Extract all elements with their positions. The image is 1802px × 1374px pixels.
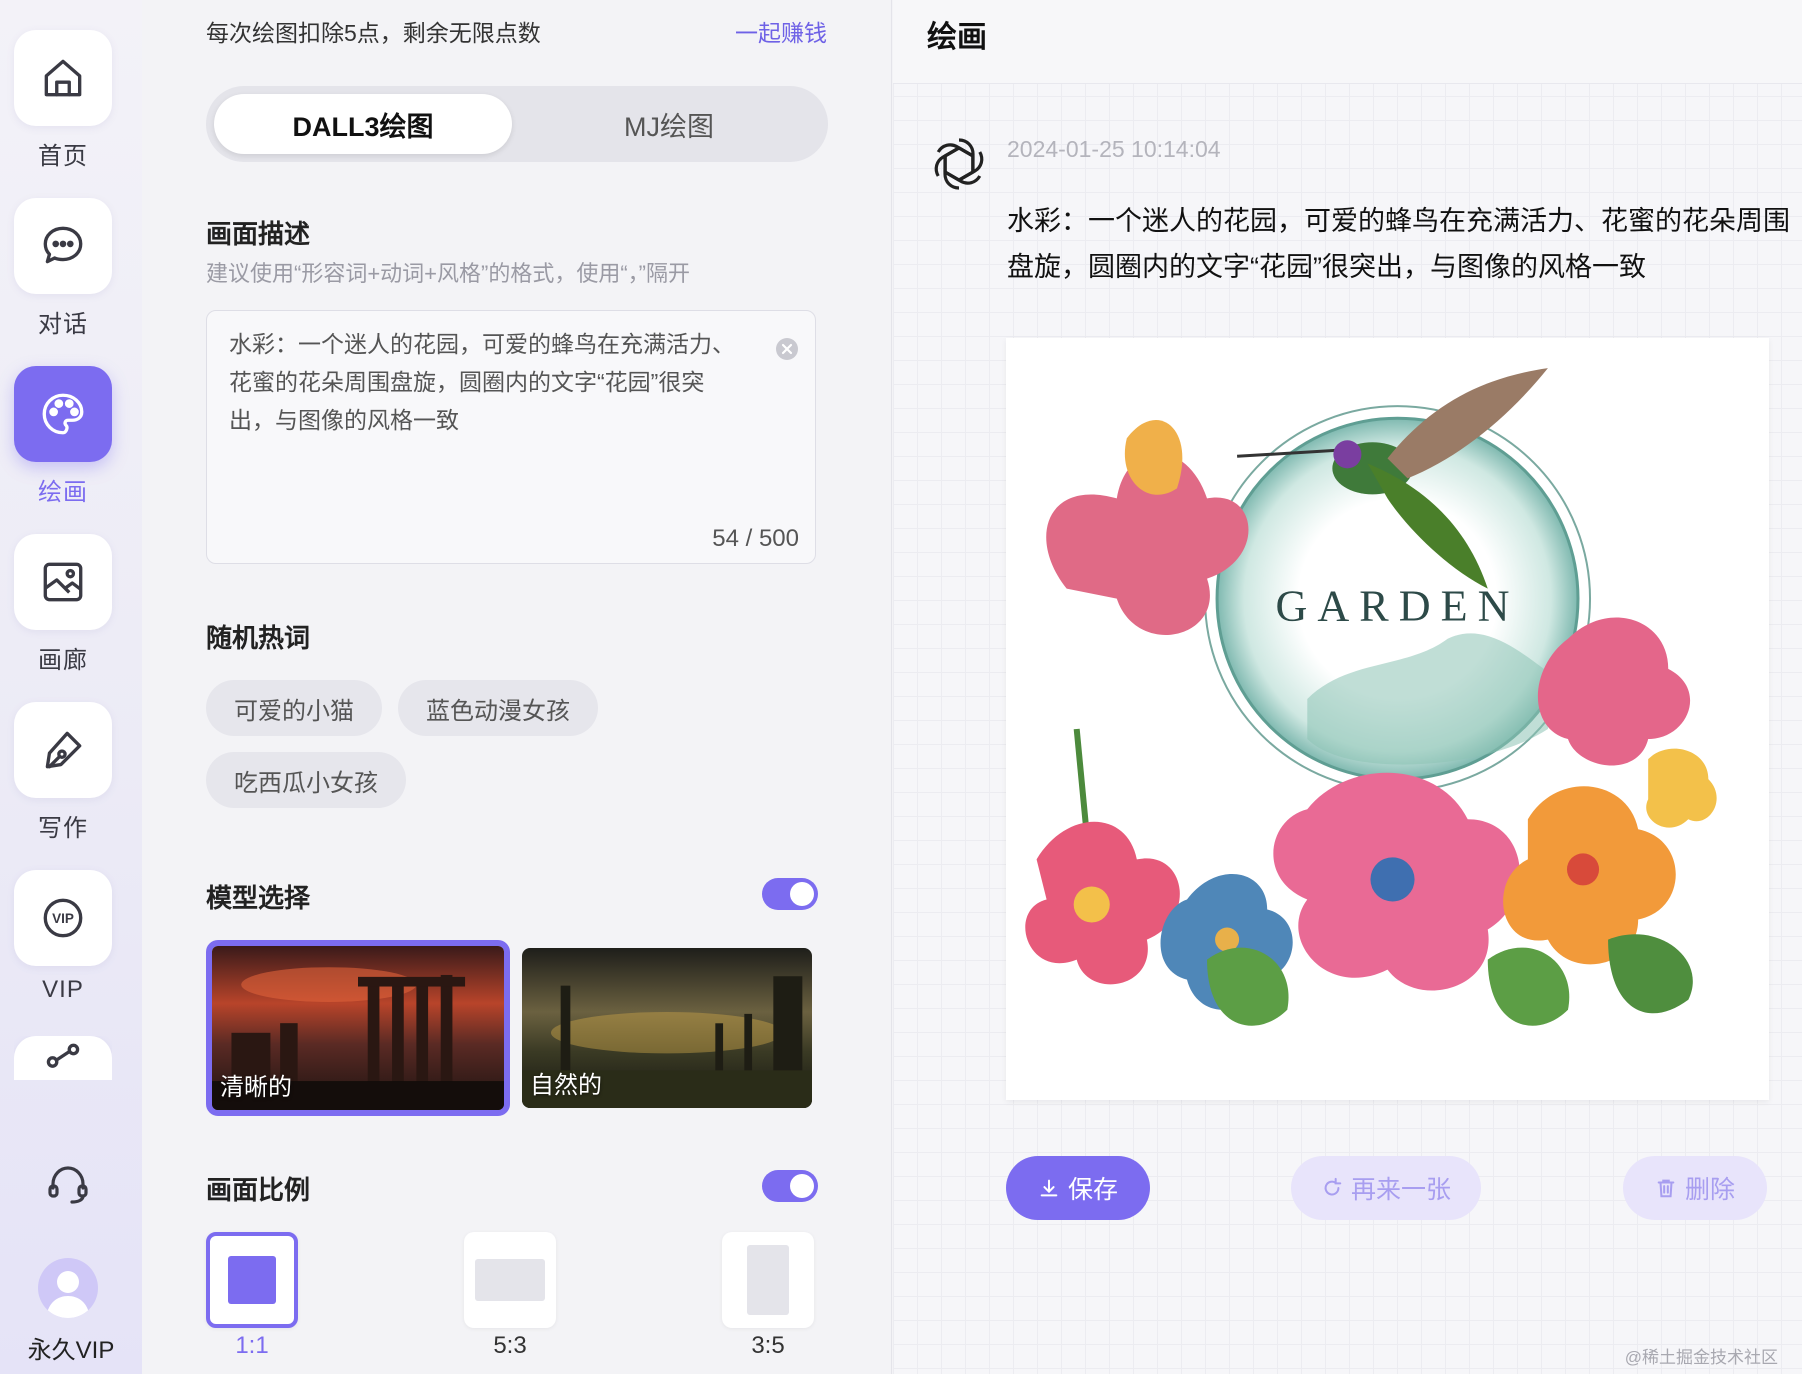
chat-icon (43, 226, 83, 264)
home-button[interactable] (14, 30, 112, 126)
download-icon (1040, 1179, 1058, 1197)
ratio-toggle[interactable] (762, 1170, 818, 1202)
model-title: 模型选择 (206, 883, 311, 913)
landscape-ratio-icon (475, 1259, 545, 1301)
hot-word-chip[interactable]: 可爱的小猫 (206, 680, 382, 736)
avatar[interactable] (38, 1258, 98, 1318)
page-title: 绘画 (927, 21, 987, 54)
prompt-text: 水彩：一个迷人的花园，可爱的蜂鸟在充满活力、花蜜的花朵周围盘旋，圆圈内的文字“花… (1007, 206, 1790, 282)
delete-label: 删除 (1684, 1176, 1735, 1204)
result-header: 绘画 (893, 0, 1802, 84)
description-input[interactable]: 水彩：一个迷人的花园，可爱的蜂鸟在充满活力、花蜜的花朵周围盘旋，圆圈内的文字“花… (206, 310, 816, 564)
home-icon (44, 59, 82, 97)
square-ratio-icon (228, 1256, 276, 1304)
delete-button[interactable]: 删除 (1623, 1156, 1767, 1220)
ratio-title: 画面比例 (206, 1175, 311, 1205)
tab-dall3[interactable]: DALL3绘图 (214, 94, 512, 154)
nav-rail: 首页 对话 绘画 画廊 写作 VIP VIP 永久VIP (0, 0, 142, 1374)
write-button[interactable] (14, 702, 112, 798)
ratio-label: 1:1 (235, 1332, 269, 1359)
gallery-button[interactable] (14, 534, 112, 630)
user-avatar-icon (46, 1271, 90, 1318)
gallery-icon (43, 562, 83, 602)
clear-icon[interactable] (775, 337, 799, 361)
ratio-label: 5:3 (493, 1332, 527, 1359)
save-button[interactable]: 保存 (1006, 1156, 1150, 1220)
nav-item-more[interactable] (14, 1036, 112, 1080)
tab-mj[interactable]: MJ绘图 (520, 94, 818, 154)
nav-item-gallery[interactable]: 画廊 (14, 534, 112, 675)
headset-icon[interactable] (44, 1160, 92, 1208)
points-info: 每次绘图扣除5点，剩余无限点数 (206, 20, 541, 46)
paint-button[interactable] (14, 366, 112, 462)
description-title: 画面描述 (206, 219, 311, 249)
nav-label-home: 首页 (38, 143, 88, 170)
portrait-ratio-icon (747, 1245, 789, 1315)
hot-word-chip[interactable]: 吃西瓜小女孩 (206, 752, 406, 808)
nav-label-vip: VIP (42, 976, 84, 1003)
result-panel: 绘画 2024-01-25 10:14:04 水彩：一个迷人的花园，可爱的蜂鸟在… (893, 0, 1802, 1374)
nav-item-home[interactable]: 首页 (14, 30, 112, 171)
timestamp: 2024-01-25 10:14:04 (1007, 136, 1221, 162)
char-count: 54 / 500 (712, 525, 799, 552)
trash-icon (1657, 1179, 1675, 1198)
regenerate-button[interactable]: 再来一张 (1291, 1156, 1481, 1220)
earn-link[interactable]: 一起赚钱 (735, 14, 827, 48)
settings-panel: 每次绘图扣除5点，剩余无限点数 一起赚钱 DALL3绘图 MJ绘图 画面描述 建… (142, 0, 892, 1374)
ratio-label: 3:5 (751, 1332, 785, 1359)
svg-text:VIP: VIP (52, 911, 74, 926)
regenerate-label: 再来一张 (1350, 1176, 1451, 1204)
watermark: @稀土掘金技术社区 (1624, 1348, 1778, 1367)
chat-button[interactable] (14, 198, 112, 294)
nav-label-gallery: 画廊 (38, 647, 88, 674)
ratio-option-1-1[interactable] (206, 1232, 298, 1328)
user-plan-label: 永久VIP (27, 1337, 115, 1364)
ratio-option-5-3[interactable] (464, 1232, 556, 1328)
model-option-vivid[interactable]: 清晰的 (206, 940, 510, 1116)
hot-words-title: 随机热词 (206, 623, 311, 653)
pen-icon (45, 731, 82, 769)
ratio-option-3-5[interactable] (722, 1232, 814, 1328)
vip-button[interactable]: VIP (14, 870, 112, 966)
model-option-natural[interactable]: 自然的 (522, 948, 812, 1108)
nav-item-chat[interactable]: 对话 (14, 198, 112, 339)
save-label: 保存 (1067, 1176, 1118, 1204)
palette-icon (42, 393, 84, 435)
nav-item-paint[interactable]: 绘画 (14, 366, 112, 507)
model-label: 自然的 (530, 1072, 602, 1099)
more-button (14, 1036, 112, 1080)
nav-label-write: 写作 (38, 815, 88, 842)
model-label: 清晰的 (220, 1074, 292, 1101)
nav-item-vip[interactable]: VIP VIP (14, 870, 112, 1004)
image-caption: GARDEN (1276, 582, 1520, 631)
generated-image[interactable]: GARDEN (1006, 338, 1769, 1100)
nav-label-chat: 对话 (38, 311, 88, 338)
description-hint: 建议使用“形容词+动词+风格”的格式，使用“，”隔开 (206, 261, 691, 286)
mode-switch: DALL3绘图 MJ绘图 (206, 86, 828, 162)
refresh-icon (1324, 1177, 1342, 1196)
hot-word-chip[interactable]: 蓝色动漫女孩 (398, 680, 598, 736)
openai-logo-icon (934, 138, 984, 190)
nav-item-write[interactable]: 写作 (14, 702, 112, 843)
share-icon (46, 1043, 80, 1068)
model-toggle[interactable] (762, 878, 818, 910)
vip-icon: VIP (43, 898, 83, 938)
garden-artwork: GARDEN (1025, 368, 1717, 1026)
description-text[interactable]: 水彩：一个迷人的花园，可爱的蜂鸟在充满活力、花蜜的花朵周围盘旋，圆圈内的文字“花… (229, 325, 749, 439)
nav-label-paint: 绘画 (38, 479, 88, 506)
